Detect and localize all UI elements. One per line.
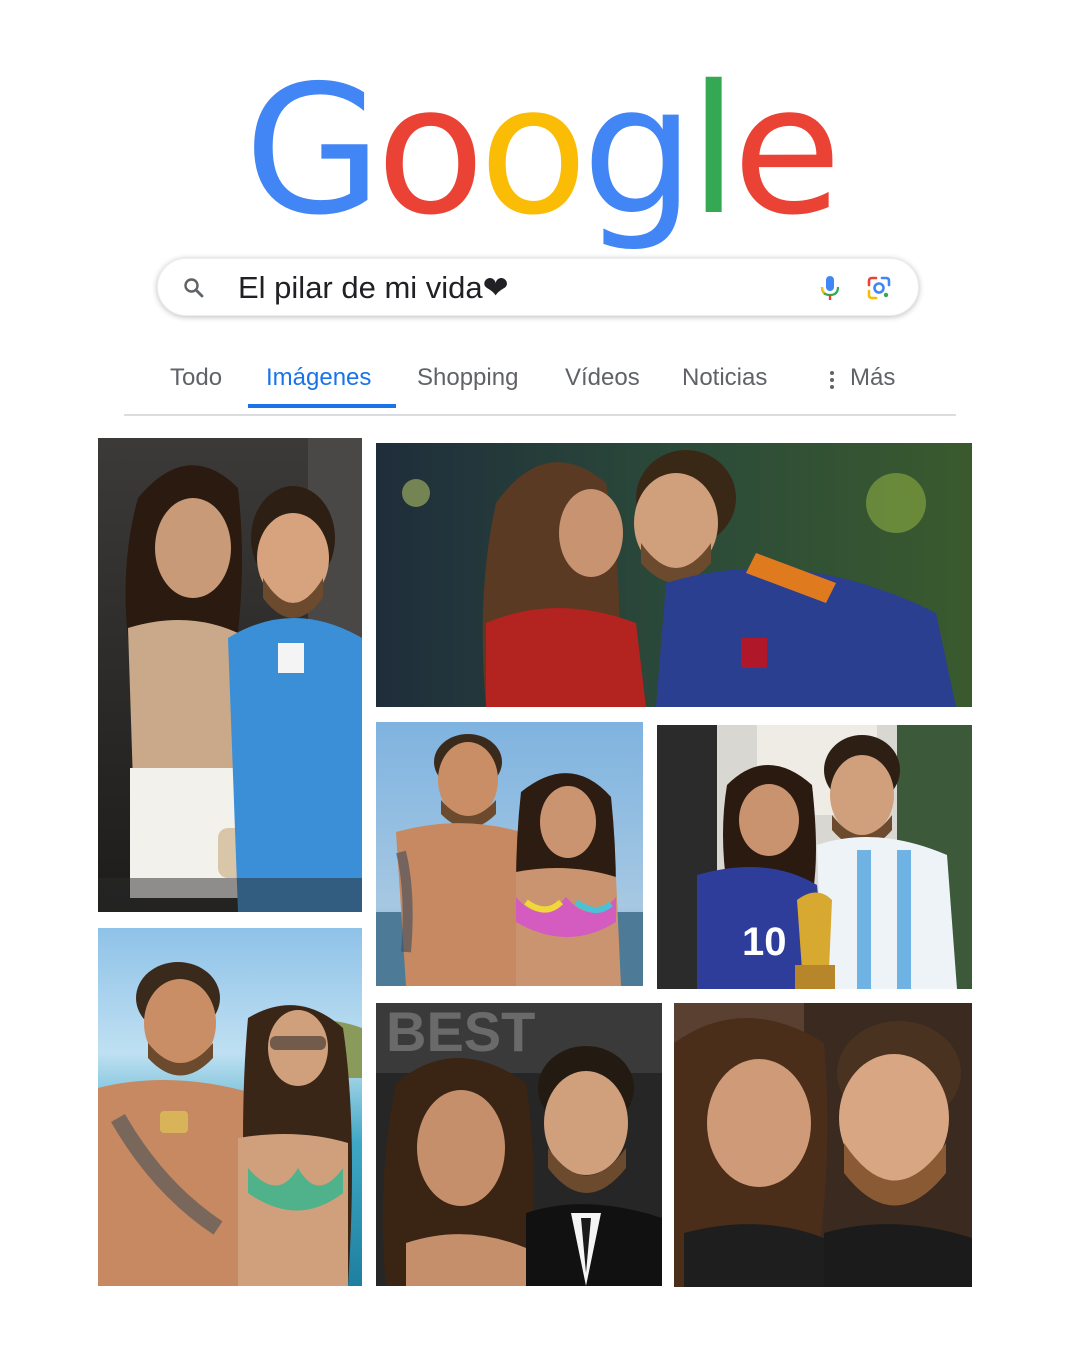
image-result-7[interactable] xyxy=(674,1003,972,1287)
image-result-2[interactable] xyxy=(376,443,972,707)
image-result-3[interactable] xyxy=(376,722,643,986)
svg-text:BEST: BEST xyxy=(386,1003,535,1063)
tab-todo[interactable]: Todo xyxy=(170,364,222,392)
search-icon[interactable] xyxy=(182,276,206,300)
search-tabs: Todo Imágenes Shopping Vídeos Noticias M… xyxy=(124,356,956,416)
tab-mas[interactable]: Más xyxy=(850,364,895,392)
active-tab-indicator xyxy=(248,404,396,408)
logo-letter-l: l xyxy=(688,47,739,254)
microphone-icon[interactable] xyxy=(818,274,842,302)
photo-couple-kiss xyxy=(376,443,972,707)
logo-letter-g2: g xyxy=(581,47,695,254)
search-bar[interactable]: El pilar de mi vida❤ xyxy=(157,258,919,316)
photo-couple-beach xyxy=(376,722,643,986)
tab-imagenes[interactable]: Imágenes xyxy=(266,364,371,392)
photo-couple-awards: BEST xyxy=(376,1003,662,1286)
search-query[interactable]: El pilar de mi vida❤ xyxy=(238,270,509,306)
image-result-5[interactable] xyxy=(98,928,362,1286)
image-result-6[interactable]: BEST xyxy=(376,1003,662,1286)
image-result-4[interactable]: 10 xyxy=(657,725,972,989)
tab-shopping[interactable]: Shopping xyxy=(417,364,518,392)
photo-couple-portrait xyxy=(98,438,362,912)
google-logo: Google xyxy=(0,62,1080,240)
logo-letter-o2: o xyxy=(478,47,588,254)
photo-couple-boat xyxy=(98,928,362,1286)
logo-letter-g: G xyxy=(244,47,382,254)
google-lens-icon[interactable] xyxy=(866,275,892,301)
more-vert-icon[interactable] xyxy=(830,370,834,390)
logo-letter-o1: o xyxy=(376,47,485,254)
photo-couple-closeup xyxy=(674,1003,972,1287)
photo-couple-trophy: 10 xyxy=(657,725,972,989)
image-result-1[interactable] xyxy=(98,438,362,912)
svg-text:10: 10 xyxy=(742,920,787,964)
tab-noticias[interactable]: Noticias xyxy=(682,364,767,392)
tab-videos[interactable]: Vídeos xyxy=(565,364,640,392)
logo-letter-e: e xyxy=(732,47,841,254)
